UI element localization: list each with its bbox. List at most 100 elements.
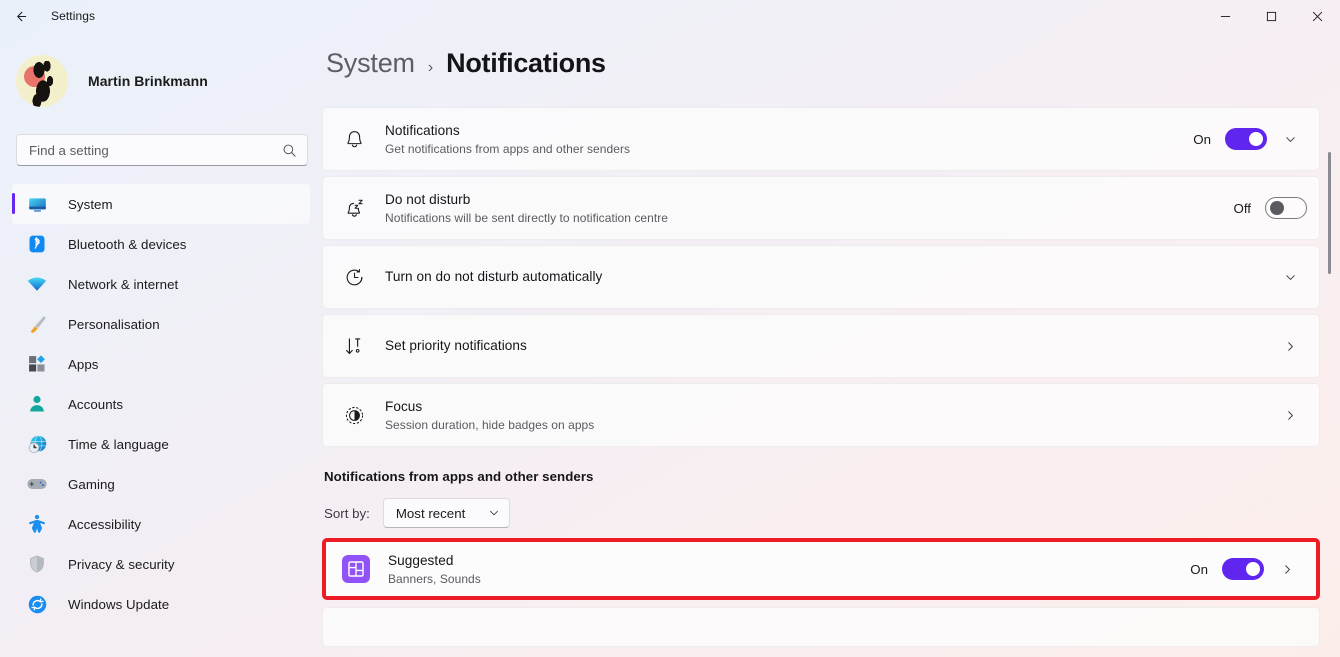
minimize-button[interactable]	[1202, 0, 1248, 32]
title-bar: Settings	[0, 0, 1340, 32]
app-row-text: Suggested Banners, Sounds	[388, 552, 1190, 586]
avatar	[16, 55, 68, 107]
app-row-suggested[interactable]: Suggested Banners, Sounds On	[326, 542, 1316, 596]
sort-by-dropdown[interactable]: Most recent	[383, 498, 510, 528]
user-profile[interactable]: Martin Brinkmann	[12, 44, 310, 118]
sidebar-item-label: Accounts	[68, 397, 123, 412]
setting-subtitle: Get notifications from apps and other se…	[385, 142, 1193, 156]
toggle-knob	[1270, 201, 1284, 215]
sidebar-item-time-language[interactable]: Time & language	[12, 424, 310, 464]
sort-by-label: Sort by:	[324, 506, 370, 521]
notifications-toggle[interactable]	[1225, 128, 1267, 150]
setting-row-controls	[1267, 398, 1307, 432]
app-row-partial-next[interactable]	[322, 607, 1320, 647]
accessibility-icon	[24, 513, 50, 535]
main-scrollbar[interactable]	[1324, 68, 1336, 657]
close-button[interactable]	[1294, 0, 1340, 32]
sidebar-item-network-internet[interactable]: Network & internet	[12, 264, 310, 304]
chevron-down-icon[interactable]	[1273, 260, 1307, 294]
sidebar: Martin Brinkmann	[0, 32, 322, 657]
setting-row-text: Focus Session duration, hide badges on a…	[385, 398, 1267, 432]
window-title: Settings	[51, 9, 95, 23]
avatar-dog-shape	[29, 61, 59, 107]
sidebar-item-apps[interactable]: Apps	[12, 344, 310, 384]
apps-section-heading: Notifications from apps and other sender…	[324, 469, 1320, 484]
toggle-state-label: Off	[1234, 201, 1252, 216]
wifi-icon	[24, 273, 50, 295]
suggested-app-icon	[342, 555, 370, 583]
chevron-down-icon	[488, 507, 500, 519]
sidebar-item-accounts[interactable]: Accounts	[12, 384, 310, 424]
gamepad-icon	[24, 473, 50, 495]
breadcrumb-separator-icon: ›	[428, 59, 433, 77]
main-content: System › Notifications Notifications Get…	[322, 32, 1340, 657]
sidebar-nav: System Bluetooth & devices	[12, 184, 310, 624]
sidebar-item-label: Bluetooth & devices	[68, 237, 186, 252]
bell-sleep-icon	[339, 193, 369, 223]
setting-row-controls	[1267, 260, 1307, 294]
settings-cards: Notifications Get notifications from app…	[322, 107, 1340, 647]
setting-row-controls: Off	[1234, 197, 1308, 219]
sort-by-value: Most recent	[396, 506, 465, 521]
sidebar-item-label: Gaming	[68, 477, 115, 492]
setting-title: Focus	[385, 398, 1267, 416]
sidebar-item-gaming[interactable]: Gaming	[12, 464, 310, 504]
sidebar-item-label: Personalisation	[68, 317, 160, 332]
chevron-down-icon[interactable]	[1273, 122, 1307, 156]
sort-row: Sort by: Most recent	[324, 498, 1320, 528]
breadcrumb-parent[interactable]: System	[326, 48, 415, 79]
sidebar-item-accessibility[interactable]: Accessibility	[12, 504, 310, 544]
toggle-knob	[1249, 132, 1263, 146]
setting-row-controls	[1267, 329, 1307, 363]
apps-icon	[24, 353, 50, 375]
sidebar-item-label: Network & internet	[68, 277, 178, 292]
sidebar-item-label: System	[68, 197, 113, 212]
setting-row-notifications[interactable]: Notifications Get notifications from app…	[322, 107, 1320, 171]
page-title: Notifications	[446, 48, 606, 79]
setting-subtitle: Notifications will be sent directly to n…	[385, 211, 1234, 225]
do-not-disturb-toggle[interactable]	[1265, 197, 1307, 219]
sidebar-item-label: Apps	[68, 357, 99, 372]
scrollbar-thumb[interactable]	[1328, 152, 1331, 274]
focus-icon	[339, 400, 369, 430]
settings-window: Settings Martin Brinkmann	[0, 0, 1340, 657]
chevron-right-icon[interactable]	[1273, 329, 1307, 363]
shield-icon	[24, 553, 50, 575]
setting-row-text: Set priority notifications	[385, 337, 1267, 355]
sidebar-item-privacy-security[interactable]: Privacy & security	[12, 544, 310, 584]
chevron-right-icon[interactable]	[1270, 552, 1304, 586]
sidebar-item-windows-update[interactable]: Windows Update	[12, 584, 310, 624]
sidebar-item-bluetooth-devices[interactable]: Bluetooth & devices	[12, 224, 310, 264]
setting-row-set-priority-notifications[interactable]: Set priority notifications	[322, 314, 1320, 378]
paintbrush-icon	[24, 313, 50, 335]
sidebar-item-label: Accessibility	[68, 517, 141, 532]
toggle-knob	[1246, 562, 1260, 576]
maximize-button[interactable]	[1248, 0, 1294, 32]
setting-row-do-not-disturb[interactable]: Do not disturb Notifications will be sen…	[322, 176, 1320, 240]
setting-title: Set priority notifications	[385, 337, 1267, 355]
toggle-state-label: On	[1190, 562, 1208, 577]
search-box[interactable]	[16, 134, 308, 166]
setting-title: Turn on do not disturb automatically	[385, 268, 1267, 286]
chevron-right-icon[interactable]	[1273, 398, 1307, 432]
app-subtitle: Banners, Sounds	[388, 572, 1190, 586]
setting-row-focus[interactable]: Focus Session duration, hide badges on a…	[322, 383, 1320, 447]
setting-row-turn-on-dnd-automatically[interactable]: Turn on do not disturb automatically	[322, 245, 1320, 309]
sidebar-item-personalisation[interactable]: Personalisation	[12, 304, 310, 344]
back-button[interactable]	[0, 0, 40, 32]
toggle-state-label: On	[1193, 132, 1211, 147]
breadcrumb: System › Notifications	[326, 48, 1340, 92]
app-title: Suggested	[388, 552, 1190, 570]
sidebar-item-system[interactable]: System	[12, 184, 310, 224]
setting-title: Do not disturb	[385, 191, 1234, 209]
update-refresh-icon	[24, 593, 50, 615]
sidebar-item-label: Time & language	[68, 437, 169, 452]
highlight-annotation-box: Suggested Banners, Sounds On	[322, 538, 1320, 600]
sidebar-item-label: Windows Update	[68, 597, 169, 612]
setting-row-text: Do not disturb Notifications will be sen…	[385, 191, 1234, 225]
search-icon	[282, 143, 297, 158]
search-input[interactable]	[29, 143, 282, 158]
sidebar-item-label: Privacy & security	[68, 557, 175, 572]
setting-row-text: Notifications Get notifications from app…	[385, 122, 1193, 156]
suggested-app-toggle[interactable]	[1222, 558, 1264, 580]
